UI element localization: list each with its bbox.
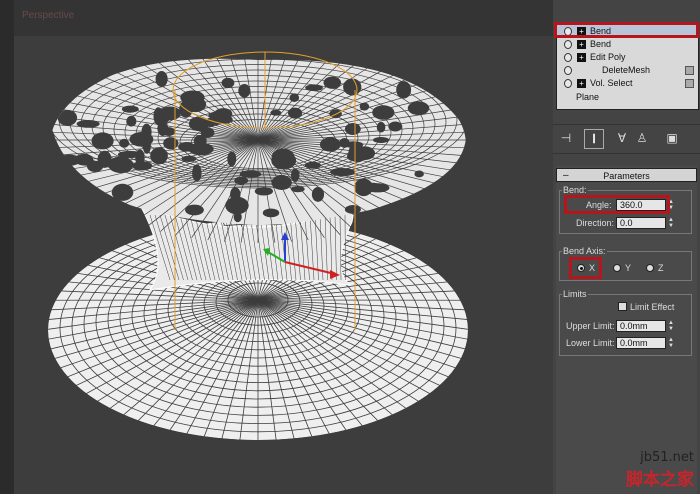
- modifier-label: Edit Poly: [590, 52, 626, 62]
- watermark: jb51.net 脚本之家: [626, 450, 694, 490]
- bend-axis-group-label: Bend Axis:: [562, 246, 607, 256]
- highlight-angle: [564, 195, 670, 214]
- upper-limit-spinner[interactable]: ▲ ▼: [667, 320, 675, 332]
- modifier-item[interactable]: + Edit Poly: [557, 51, 698, 64]
- modifier-label: Bend: [590, 39, 612, 49]
- watermark-site-name: 脚本之家: [626, 470, 694, 490]
- direction-spinner[interactable]: ▲ ▼: [667, 217, 675, 229]
- lower-limit-field[interactable]: 0.0mm: [616, 337, 666, 349]
- modifier-item[interactable]: DeleteMesh: [557, 64, 698, 77]
- axis-y-radio[interactable]: [613, 264, 621, 272]
- parameters-rollout: – Parameters Bend: Angle: 360.0 ▲ ▼ Direc…: [556, 166, 697, 494]
- lower-limit-spinner[interactable]: ▲ ▼: [667, 337, 675, 349]
- modifier-toolbar: ⊣ Ⅰ ∀ ♙ ▣: [553, 124, 700, 154]
- parameters-title: Parameters: [603, 171, 650, 181]
- lightbulb-icon[interactable]: [564, 53, 572, 62]
- highlight-bend-modifier: [554, 22, 699, 38]
- make-unique-icon[interactable]: ∀: [613, 129, 631, 147]
- show-end-result-icon[interactable]: Ⅰ: [584, 129, 604, 149]
- modifier-label: Vol. Select: [590, 78, 633, 88]
- subobject-icon: [685, 79, 694, 88]
- limits-group-label: Limits: [562, 289, 588, 299]
- viewport-label: Perspective: [22, 10, 75, 21]
- upper-limit-field[interactable]: 0.0mm: [616, 320, 666, 332]
- expand-icon[interactable]: +: [577, 53, 586, 62]
- axis-z-radio[interactable]: [646, 264, 654, 272]
- configure-modifier-sets-icon[interactable]: ▣: [663, 129, 681, 147]
- top-flare-mesh: [50, 47, 466, 243]
- highlight-axis-x: [569, 257, 602, 279]
- lightbulb-icon[interactable]: [564, 40, 572, 49]
- lightbulb-icon[interactable]: [564, 66, 572, 75]
- expand-icon[interactable]: +: [577, 40, 586, 49]
- upper-limit-label: Upper Limit:: [566, 321, 615, 331]
- viewport-perspective[interactable]: Perspective: [0, 0, 553, 494]
- watermark-domain: jb51.net: [640, 450, 694, 465]
- direction-label: Direction:: [576, 218, 615, 228]
- modifier-label: DeleteMesh: [602, 65, 651, 75]
- subobject-icon: [685, 66, 694, 75]
- parameters-rollout-header[interactable]: – Parameters: [556, 168, 697, 182]
- bend-group-label: Bend:: [562, 185, 588, 195]
- limit-effect-checkbox[interactable]: [618, 302, 627, 311]
- base-object-label: Plane: [576, 92, 600, 102]
- expand-icon[interactable]: +: [577, 79, 586, 88]
- modifier-item[interactable]: + Bend: [557, 38, 698, 51]
- axis-y-label: Y: [625, 263, 632, 273]
- wireframe-scene: [48, 47, 468, 440]
- lightbulb-icon[interactable]: [564, 79, 572, 88]
- modifier-base-object[interactable]: Plane: [557, 91, 698, 104]
- axis-z-label: Z: [658, 263, 664, 273]
- modifier-item[interactable]: + Vol. Select: [557, 77, 698, 90]
- command-panel: + Bend + Bend + Edit Poly DeleteMesh + Vol. Sele…: [553, 0, 700, 494]
- direction-field[interactable]: 0.0: [616, 217, 666, 229]
- collapse-icon: –: [563, 170, 569, 181]
- pin-stack-icon[interactable]: ⊣: [557, 129, 575, 147]
- limit-effect-label: Limit Effect: [630, 302, 675, 312]
- remove-modifier-icon[interactable]: ♙: [633, 129, 651, 147]
- lower-limit-label: Lower Limit:: [566, 338, 615, 348]
